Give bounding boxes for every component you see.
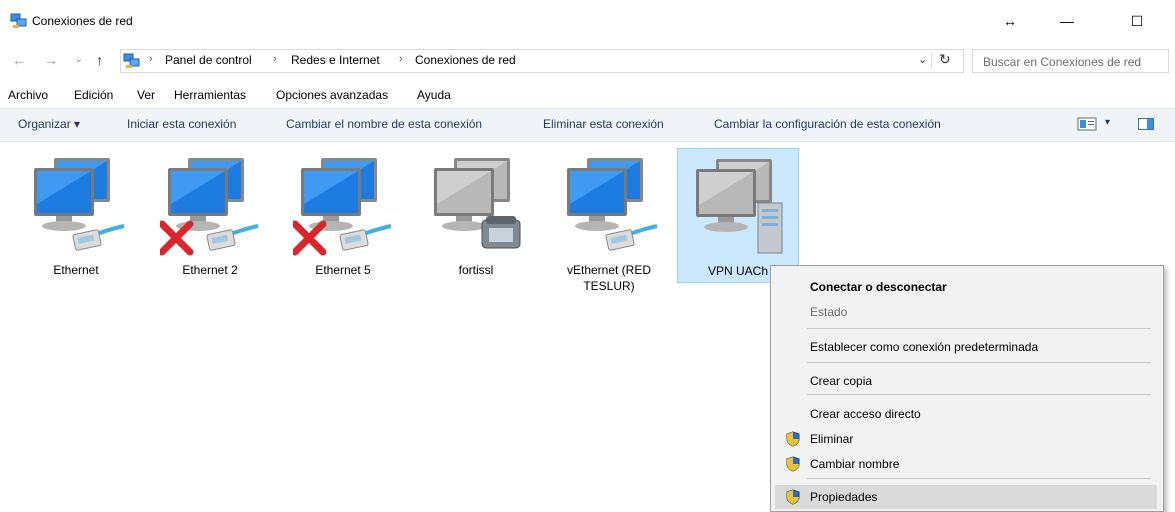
control-panel-icon — [123, 53, 140, 68]
view-dropdown-icon[interactable]: ▾ — [1105, 117, 1110, 128]
title-bar: Conexiones de red ↔ — ☐ — [0, 0, 1175, 42]
uac-shield-icon — [786, 489, 800, 505]
breadcrumb-control-panel[interactable]: Panel de control — [165, 53, 252, 67]
connection-item[interactable]: Ethernet 5 — [283, 148, 403, 283]
menu-opciones-avanzadas[interactable]: Opciones avanzadas — [276, 88, 388, 102]
forward-button[interactable]: → — [44, 52, 58, 68]
command-bar: Organizar ▾ Iniciar esta conexión Cambia… — [0, 108, 1175, 142]
breadcrumb-separator: › — [149, 53, 153, 65]
preview-pane-icon[interactable] — [1138, 118, 1154, 130]
menu-separator — [807, 394, 1151, 395]
minimize-button[interactable]: — — [1052, 8, 1082, 34]
up-button[interactable]: ↑ — [96, 52, 103, 68]
restore-icon[interactable]: ↔ — [995, 8, 1025, 34]
window-title: Conexiones de red — [32, 14, 133, 28]
connection-item[interactable]: vEthernet (RED TESLUR) — [549, 148, 669, 293]
organize-button[interactable]: Organizar ▾ — [18, 117, 80, 131]
context-menu-item: Estado — [775, 300, 1157, 324]
connection-item[interactable]: VPN UACh — [677, 148, 799, 283]
connection-label: Ethernet 2 — [182, 263, 238, 277]
address-dropdown-icon[interactable]: ⌄ — [918, 53, 927, 66]
context-menu-item-label: Cambiar nombre — [810, 457, 900, 471]
context-menu-item-label: Propiedades — [810, 490, 878, 504]
context-menu-item[interactable]: Propiedades — [775, 485, 1157, 509]
connection-item[interactable]: Ethernet 2 — [150, 148, 270, 283]
breadcrumb-network-connections[interactable]: Conexiones de red — [415, 53, 516, 67]
network-adapter-icon — [160, 158, 259, 256]
menu-ayuda[interactable]: Ayuda — [417, 88, 451, 102]
breadcrumb-separator: › — [399, 53, 403, 65]
delete-connection-button[interactable]: Eliminar esta conexión — [543, 117, 664, 131]
connection-label: vEthernet (RED TESLUR) — [566, 263, 652, 293]
rename-connection-button[interactable]: Cambiar el nombre de esta conexión — [286, 117, 482, 131]
connection-label: Ethernet — [53, 263, 99, 277]
context-menu-item[interactable]: Conectar o desconectar — [775, 275, 1157, 299]
menu-bar: Archivo Edición Ver Herramientas Opcione… — [0, 86, 1175, 106]
context-menu-item[interactable]: Crear acceso directo — [775, 402, 1157, 426]
context-menu-item[interactable]: Cambiar nombre — [775, 452, 1157, 476]
connection-item[interactable]: Ethernet — [16, 148, 136, 283]
recent-locations-button[interactable]: ⌄ — [74, 52, 83, 65]
uac-shield-icon — [786, 431, 800, 447]
address-row: ← → ⌄ ↑ › Panel de control › Redes e Int… — [0, 46, 1175, 74]
menu-separator — [807, 362, 1151, 363]
context-menu-item[interactable]: Eliminar — [775, 427, 1157, 451]
context-menu: Conectar o desconectar Estado Establecer c… — [770, 265, 1164, 512]
context-menu-item-label: Estado — [810, 305, 848, 319]
context-menu-item[interactable]: Crear copia — [775, 369, 1157, 393]
context-menu-item-label: Conectar o desconectar — [810, 280, 947, 294]
context-menu-item-label: Crear copia — [810, 374, 873, 388]
search-box[interactable] — [972, 49, 1169, 73]
address-bar[interactable]: › Panel de control › Redes e Internet › … — [120, 49, 964, 73]
menu-herramientas[interactable]: Herramientas — [174, 88, 246, 102]
divider — [931, 52, 932, 70]
connection-item[interactable]: fortissl — [416, 148, 536, 283]
maximize-button[interactable]: ☐ — [1122, 8, 1152, 34]
change-view-icon[interactable] — [1077, 117, 1097, 131]
context-menu-item-label: Eliminar — [810, 432, 854, 446]
menu-separator — [807, 478, 1151, 479]
dialup-modem-icon — [434, 158, 521, 249]
context-menu-item[interactable]: Establecer como conexión predeterminada — [775, 335, 1157, 359]
context-menu-item-label: Establecer como conexión predeterminada — [810, 340, 1039, 354]
breadcrumb-network-internet[interactable]: Redes e Internet — [291, 53, 380, 67]
search-input[interactable] — [981, 52, 1165, 72]
network-adapter-icon — [34, 158, 125, 251]
menu-separator — [807, 328, 1151, 329]
disconnected-x-icon — [293, 220, 327, 256]
connection-label: Ethernet 5 — [315, 263, 371, 277]
network-adapter-icon — [567, 158, 658, 251]
breadcrumb-separator: › — [273, 53, 277, 65]
start-connection-button[interactable]: Iniciar esta conexión — [127, 117, 236, 131]
context-menu-item-label: Crear acceso directo — [810, 407, 921, 421]
connection-label: fortissl — [458, 263, 494, 277]
refresh-icon[interactable]: ↻ — [939, 51, 951, 68]
menu-edicion[interactable]: Edición — [74, 88, 113, 102]
menu-ver[interactable]: Ver — [137, 88, 155, 102]
vpn-server-icon — [696, 159, 783, 254]
change-settings-button[interactable]: Cambiar la configuración de esta conexió… — [714, 117, 941, 131]
disconnected-x-icon — [160, 220, 194, 256]
back-button[interactable]: ← — [12, 52, 26, 68]
network-adapter-icon — [293, 158, 392, 256]
network-connections-app-icon — [10, 13, 27, 28]
menu-archivo[interactable]: Archivo — [8, 88, 48, 102]
uac-shield-icon — [786, 456, 800, 472]
